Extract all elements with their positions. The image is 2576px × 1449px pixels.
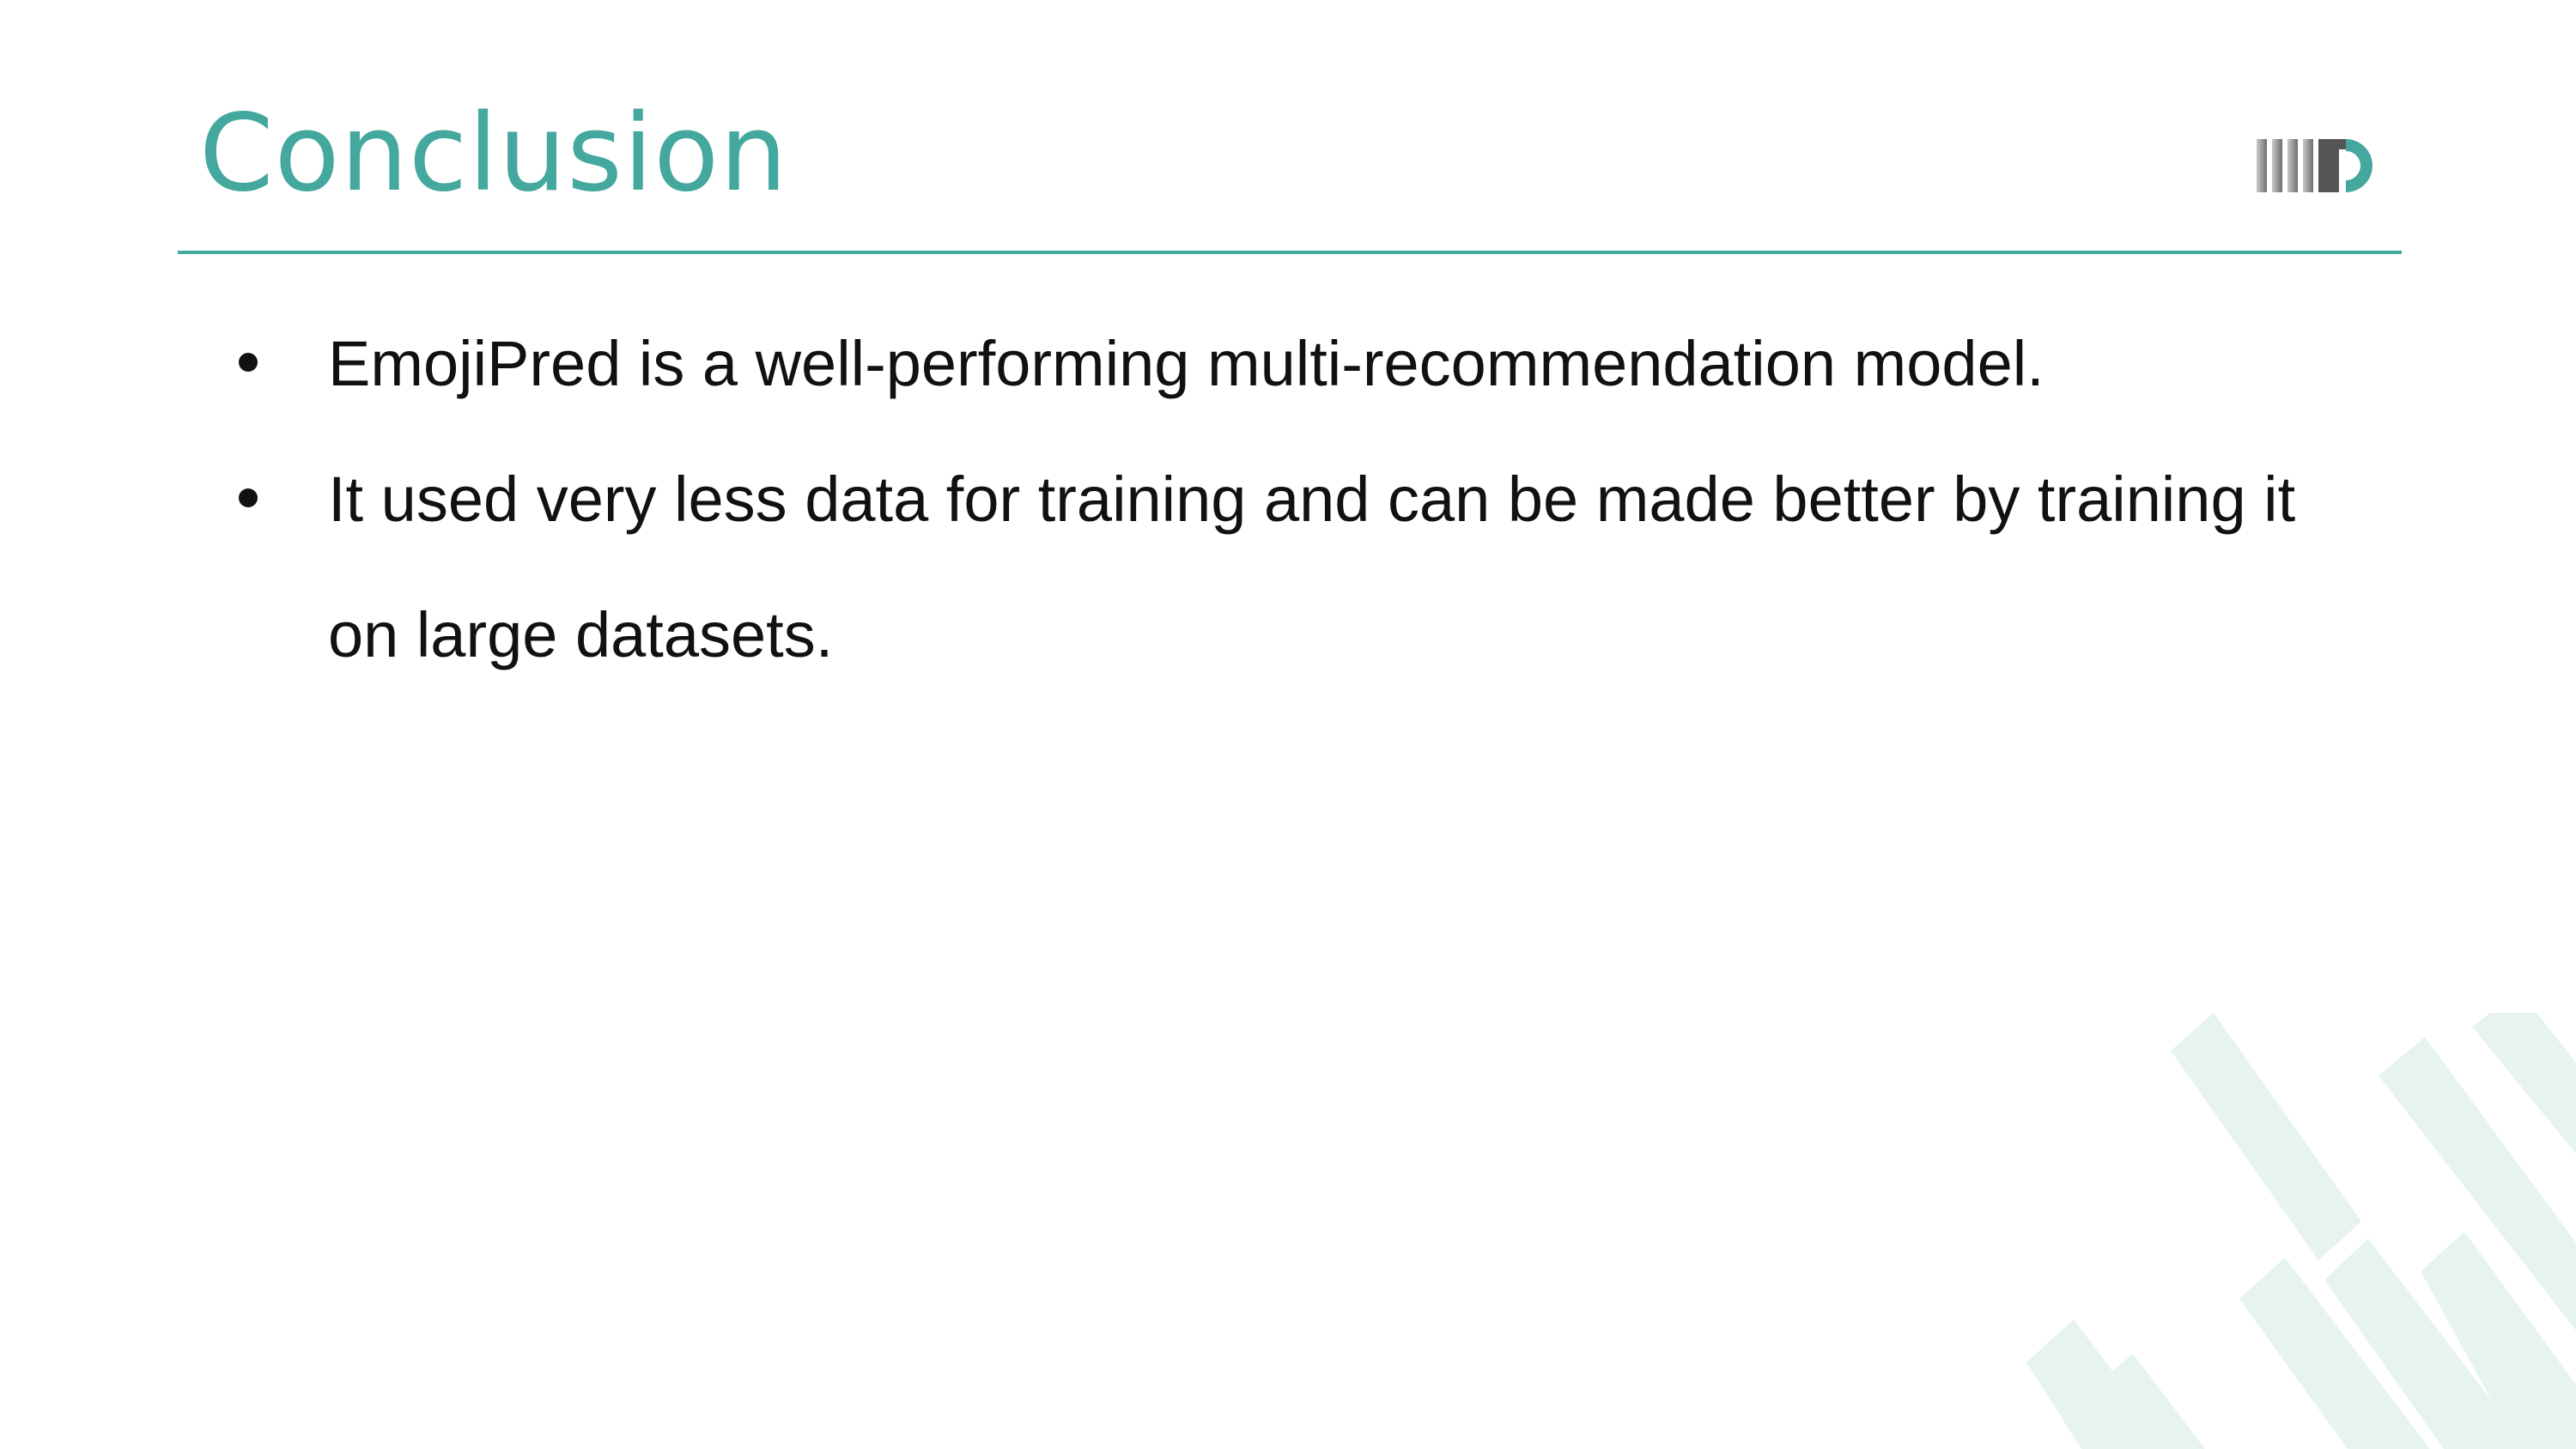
- slide-title: Conclusion: [199, 92, 788, 215]
- bullet-dot-icon: [239, 353, 258, 372]
- diagonal-stripes-decoration-icon: [2026, 1013, 2576, 1449]
- bullet-list: EmojiPred is a well-performing multi-rec…: [232, 296, 2336, 703]
- bullet-text: It used very less data for training and …: [328, 464, 2296, 670]
- bullet-item: EmojiPred is a well-performing multi-rec…: [232, 296, 2336, 432]
- bullet-dot-icon: [239, 488, 258, 507]
- iiitd-logo: [2257, 139, 2372, 192]
- bullet-item: It used very less data for training and …: [232, 432, 2336, 703]
- title-divider: [178, 251, 2402, 254]
- slide: Conclusion EmojiPred is a well-performin…: [0, 0, 2576, 1449]
- bullet-text: EmojiPred is a well-performing multi-rec…: [328, 328, 2044, 399]
